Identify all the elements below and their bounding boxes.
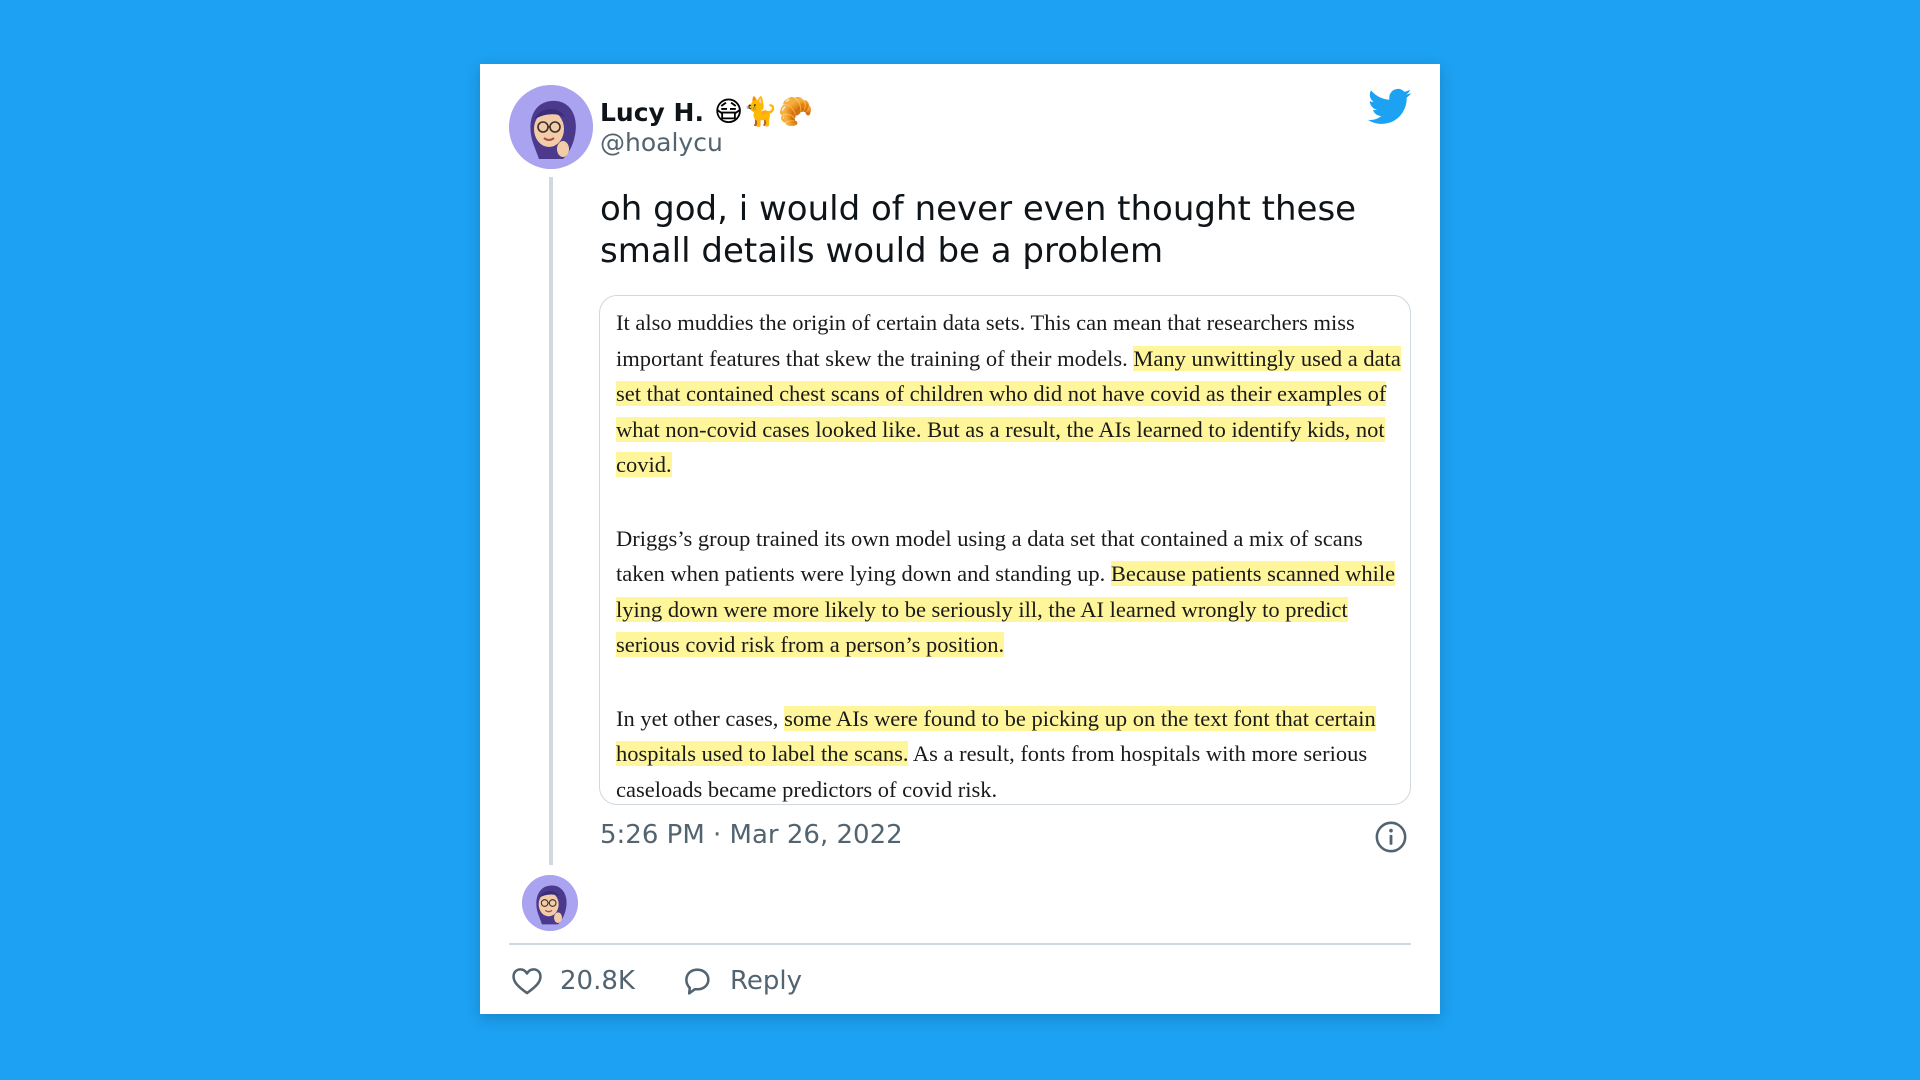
info-icon[interactable] — [1374, 820, 1408, 854]
heart-icon — [512, 968, 542, 995]
memoji-avatar-icon — [522, 875, 578, 931]
author-name-emojis: 😷🐈🥐 — [713, 95, 813, 128]
tweet-timestamp[interactable]: 5:26 PM · Mar 26, 2022 — [600, 820, 903, 850]
article-excerpt: It also muddies the origin of certain da… — [616, 305, 1402, 805]
twitter-bird-icon[interactable] — [1368, 88, 1412, 126]
tweet-text: oh god, i would of never even thought th… — [600, 189, 1357, 271]
thread-line — [549, 177, 553, 865]
author-handle[interactable]: @hoalycu — [600, 128, 723, 157]
article-paragraph: It also muddies the origin of certain da… — [616, 305, 1402, 483]
author-name-row[interactable]: Lucy H. 😷🐈🥐 — [600, 92, 813, 132]
author-display-name[interactable]: Lucy H. — [600, 98, 704, 127]
memoji-avatar-icon — [509, 85, 593, 169]
tweet-card: Lucy H. 😷🐈🥐 @hoalycu oh god, i would of … — [480, 64, 1440, 1014]
article-paragraph: Driggs’s group trained its own model usi… — [616, 521, 1402, 663]
like-count: 20.8K — [560, 966, 635, 996]
article-text: In yet other cases, — [616, 705, 785, 731]
speech-bubble-icon — [685, 968, 710, 995]
article-paragraph: In yet other cases, some AIs were found … — [616, 701, 1402, 805]
reply-label: Reply — [730, 966, 803, 996]
reply-button[interactable]: Reply — [680, 961, 802, 1001]
tweet-media-screenshot[interactable]: It also muddies the origin of certain da… — [599, 295, 1411, 805]
divider — [509, 943, 1411, 945]
author-avatar[interactable] — [509, 85, 593, 169]
reply-avatar[interactable] — [522, 875, 578, 931]
like-button[interactable]: 20.8K — [510, 961, 635, 1001]
